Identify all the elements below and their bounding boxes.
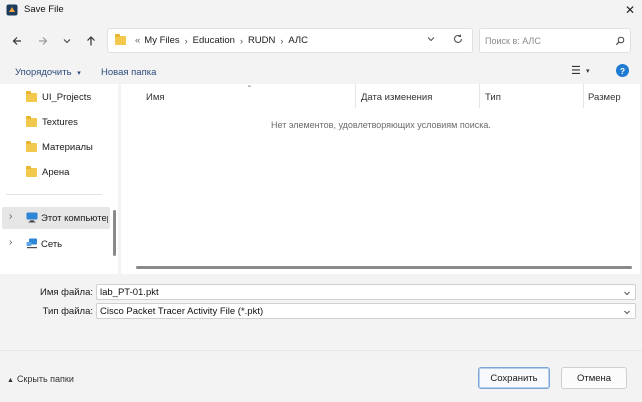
column-header-size[interactable]: Размер bbox=[588, 92, 621, 103]
filetype-select[interactable]: Cisco Packet Tracer Activity File (*.pkt… bbox=[96, 303, 636, 319]
search-icon bbox=[615, 36, 625, 46]
organize-label: Упорядочить bbox=[15, 67, 72, 78]
sidebar-item-label: UI_Projects bbox=[42, 91, 92, 103]
back-button[interactable] bbox=[8, 32, 26, 50]
chevron-down-icon bbox=[427, 37, 435, 42]
sidebar-item-label: Материалы bbox=[42, 141, 93, 153]
sidebar-item-label: Этот компьютер bbox=[41, 213, 108, 224]
folder-icon bbox=[26, 140, 37, 152]
forward-button[interactable] bbox=[34, 32, 52, 50]
chevron-down-icon bbox=[624, 310, 630, 315]
folder-icon bbox=[26, 90, 37, 102]
horizontal-scrollbar[interactable] bbox=[136, 266, 632, 269]
crumb-my-files[interactable]: My Files bbox=[144, 35, 179, 46]
column-header-date-modified[interactable]: Дата изменения bbox=[361, 92, 432, 103]
list-view-icon: ☰ bbox=[571, 65, 581, 77]
refresh-icon bbox=[454, 34, 463, 43]
hide-folders-button[interactable]: ▲ Скрыть папки bbox=[7, 374, 74, 384]
column-separator[interactable] bbox=[479, 84, 480, 108]
save-button[interactable]: Сохранить bbox=[478, 367, 550, 389]
caret-down-icon: ▾ bbox=[77, 70, 81, 77]
breadcrumb: « My Files › Education › RUDN › АЛС bbox=[133, 35, 308, 46]
help-icon: ? bbox=[619, 65, 626, 76]
arrow-up-icon bbox=[87, 36, 95, 46]
chevron-down-icon bbox=[63, 39, 71, 44]
refresh-button[interactable] bbox=[452, 33, 466, 47]
organize-menu[interactable]: Упорядочить ▾ bbox=[15, 67, 81, 78]
address-history-button[interactable] bbox=[425, 33, 439, 47]
sort-indicator-icon: ⌃ bbox=[246, 84, 253, 93]
sidebar-item-ui-projects[interactable]: UI_Projects bbox=[26, 86, 114, 108]
filename-field[interactable]: lab_PT-01.pkt bbox=[96, 284, 636, 300]
close-icon: ✕ bbox=[624, 3, 636, 17]
empty-list-message: Нет элементов, удовлетворяющих условиям … bbox=[271, 120, 491, 130]
crumb-current[interactable]: АЛС bbox=[288, 35, 308, 46]
sidebar-item-textures[interactable]: Textures bbox=[26, 111, 114, 133]
computer-icon bbox=[26, 212, 38, 225]
address-bar[interactable]: « My Files › Education › RUDN › АЛС bbox=[107, 28, 473, 53]
column-header-name[interactable]: Имя bbox=[146, 92, 165, 103]
chevron-right-icon: › bbox=[280, 35, 284, 46]
crumb-rudn[interactable]: RUDN bbox=[248, 35, 275, 46]
folder-tree: UI_Projects Textures Материалы Арена bbox=[26, 86, 114, 183]
sidebar-item-label: Textures bbox=[42, 116, 78, 128]
chevron-right-icon: › bbox=[239, 35, 243, 46]
packet-tracer-app-icon bbox=[6, 4, 18, 16]
expand-chevron-icon[interactable]: › bbox=[9, 211, 12, 222]
search-box[interactable] bbox=[479, 28, 631, 53]
folder-icon bbox=[115, 34, 126, 45]
window-title: Save File bbox=[24, 4, 64, 15]
filename-value: lab_PT-01.pkt bbox=[100, 287, 159, 298]
sidebar-item-label: Арена bbox=[42, 166, 70, 178]
file-list[interactable] bbox=[121, 84, 640, 274]
up-button[interactable] bbox=[82, 32, 100, 50]
sidebar-scrollbar[interactable] bbox=[113, 210, 116, 256]
chevron-down-icon[interactable] bbox=[623, 289, 631, 297]
recent-locations-button[interactable] bbox=[58, 32, 76, 50]
column-header-type[interactable]: Тип bbox=[485, 92, 501, 103]
chevron-up-icon: ▲ bbox=[7, 377, 14, 384]
folder-icon bbox=[26, 115, 37, 127]
filename-label: Имя файла: bbox=[39, 287, 93, 298]
new-folder-button[interactable]: Новая папка bbox=[101, 67, 156, 78]
column-separator[interactable] bbox=[583, 84, 584, 108]
help-button[interactable]: ? bbox=[616, 64, 629, 77]
column-separator[interactable] bbox=[355, 84, 356, 108]
hide-folders-label: Скрыть папки bbox=[16, 374, 74, 384]
network-icon bbox=[26, 238, 38, 251]
sidebar-item-network[interactable]: Сеть bbox=[41, 239, 62, 250]
overflow-crumbs[interactable]: « bbox=[135, 35, 140, 46]
filetype-label: Тип файла: bbox=[42, 306, 93, 317]
chevron-right-icon: › bbox=[184, 35, 188, 46]
arrow-left-icon bbox=[12, 37, 21, 45]
crumb-education[interactable]: Education bbox=[193, 35, 235, 46]
sidebar-item-materials[interactable]: Материалы bbox=[26, 136, 114, 158]
arrow-right-icon bbox=[39, 37, 48, 45]
folder-icon bbox=[26, 165, 37, 177]
cancel-button[interactable]: Отмена bbox=[561, 367, 627, 389]
filetype-value: Cisco Packet Tracer Activity File (*.pkt… bbox=[100, 306, 264, 317]
view-options-button[interactable]: ☰ ▾ bbox=[571, 64, 597, 78]
sidebar-item-arena[interactable]: Арена bbox=[26, 161, 114, 183]
close-button[interactable]: ✕ bbox=[621, 1, 639, 19]
sidebar-divider bbox=[6, 194, 102, 195]
search-input[interactable] bbox=[485, 34, 605, 48]
caret-down-icon: ▾ bbox=[585, 68, 590, 75]
title-bar bbox=[0, 0, 642, 22]
expand-chevron-icon[interactable]: › bbox=[9, 237, 12, 248]
